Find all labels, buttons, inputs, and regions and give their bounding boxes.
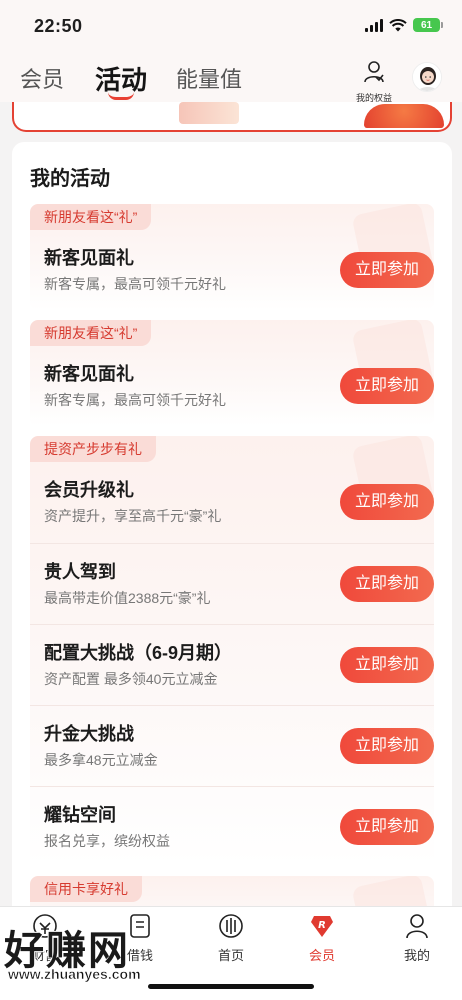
gift-illustration: [364, 104, 444, 128]
rights-icon: [364, 61, 384, 83]
top-tab-bar: 会员 活动 能量值 我的权益: [0, 50, 462, 104]
card-title: 我的活动: [30, 168, 110, 190]
activity-row: 升金大挑战 最多拿48元立减金 立即参加: [30, 705, 434, 785]
my-rights-button[interactable]: 我的权益: [348, 60, 400, 104]
my-activities-card: 我的活动 新朋友看这“礼” 新客见面礼 新客专属，最高可领千元好礼 立即参加 新…: [12, 142, 452, 942]
activity-subtitle: 报名兑享，缤纷权益: [44, 833, 170, 849]
activity-row: 配置大挑战（6-9月期） 资产配置 最多领40元立减金 立即参加: [30, 624, 434, 704]
home-indicator: [148, 984, 314, 989]
activity-title: 耀钻空间: [44, 805, 116, 825]
nav-borrow[interactable]: 借钱: [110, 913, 170, 964]
nav-profile[interactable]: 我的: [387, 913, 447, 964]
activity-group: 提资产步步有礼 会员升级礼 资产提升，享至高千元“豪”礼 立即参加 贵人驾到 最…: [30, 436, 434, 866]
nav-member[interactable]: R 会员: [292, 913, 352, 964]
nav-label: 首页: [217, 948, 244, 963]
svg-text:R: R: [318, 920, 326, 931]
activity-title: 会员升级礼: [44, 480, 134, 500]
activity-subtitle: 资产配置 最多领40元立减金: [44, 671, 218, 687]
join-button[interactable]: 立即参加: [340, 368, 434, 404]
avatar-image: [413, 63, 441, 91]
wifi-icon: [389, 18, 407, 31]
activity-title: 新客见面礼: [44, 364, 134, 384]
avatar[interactable]: [412, 62, 442, 92]
home-icon: [219, 914, 243, 938]
activity-row: 会员升级礼 资产提升，享至高千元“豪”礼 立即参加: [30, 462, 434, 542]
member-icon: R: [311, 916, 333, 937]
profile-icon: [406, 914, 428, 939]
join-button[interactable]: 立即参加: [340, 566, 434, 602]
activity-row: 耀钻空间 报名兑享，缤纷权益 立即参加: [30, 786, 434, 866]
join-button[interactable]: 立即参加: [340, 728, 434, 764]
activity-title: 贵人驾到: [44, 562, 116, 582]
activity-row: 贵人驾到 最高带走价值2388元“豪”礼 立即参加: [30, 543, 434, 623]
nav-label: 借钱: [126, 948, 153, 963]
group-tag: 新朋友看这“礼”: [30, 204, 152, 230]
status-icons: 61: [365, 18, 443, 32]
status-time: 22:50: [34, 16, 83, 36]
join-button[interactable]: 立即参加: [340, 647, 434, 683]
activity-title: 配置大挑战（6-9月期）: [44, 643, 233, 663]
borrow-icon: [130, 914, 150, 938]
activity-row: 新客见面礼 新客专属，最高可领千元好礼 立即参加: [30, 230, 434, 310]
gift-illustration: [179, 102, 239, 124]
promo-banner[interactable]: [12, 102, 452, 132]
activity-row: 新客见面礼 新客专属，最高可领千元好礼 立即参加: [30, 346, 434, 426]
activity-subtitle: 资产提升，享至高千元“豪”礼: [44, 508, 222, 524]
nav-label: 我的: [403, 948, 430, 963]
join-button[interactable]: 立即参加: [340, 484, 434, 520]
activity-title: 新客见面礼: [44, 248, 134, 268]
activity-subtitle: 新客专属，最高可领千元好礼: [44, 276, 226, 292]
nav-home[interactable]: 首页: [201, 913, 261, 964]
activity-title: 升金大挑战: [44, 724, 134, 744]
nav-wealth[interactable]: 财富: [15, 913, 75, 964]
join-button[interactable]: 立即参加: [340, 252, 434, 288]
activity-subtitle: 最多拿48元立减金: [44, 752, 158, 768]
battery-icon: 61: [413, 18, 443, 32]
wealth-icon: [33, 914, 57, 938]
tab-energy[interactable]: 能量值: [176, 62, 242, 94]
nav-label: 财富: [31, 948, 58, 963]
tab-member[interactable]: 会员: [20, 62, 64, 94]
activity-group: 新朋友看这“礼” 新客见面礼 新客专属，最高可领千元好礼 立即参加: [30, 320, 434, 426]
active-tab-indicator: [108, 92, 134, 100]
group-tag: 新朋友看这“礼”: [30, 320, 152, 346]
activity-subtitle: 最高带走价值2388元“豪”礼: [44, 590, 211, 606]
join-button[interactable]: 立即参加: [340, 809, 434, 845]
cellular-signal-icon: [365, 18, 383, 32]
group-tag: 信用卡享好礼: [30, 876, 142, 902]
activity-subtitle: 新客专属，最高可领千元好礼: [44, 392, 226, 408]
status-bar: 22:50 61: [0, 0, 462, 50]
nav-label: 会员: [308, 948, 335, 963]
activity-group: 新朋友看这“礼” 新客见面礼 新客专属，最高可领千元好礼 立即参加: [30, 204, 434, 310]
group-tag: 提资产步步有礼: [30, 436, 156, 462]
